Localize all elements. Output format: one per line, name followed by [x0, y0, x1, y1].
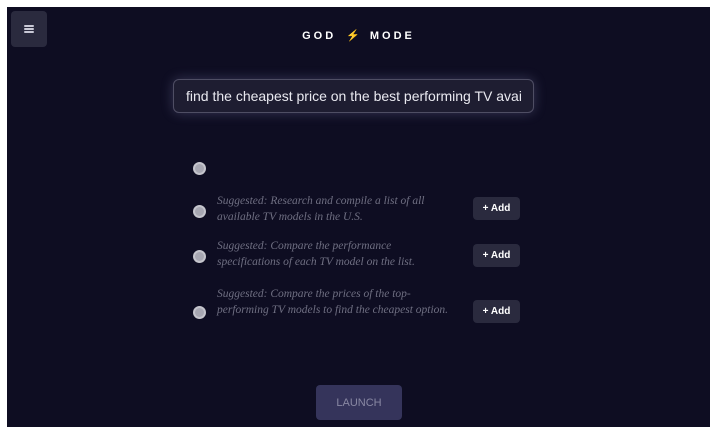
suggestion-1-text: Suggested: Research and compile a list o… [217, 195, 425, 223]
objective-input-container [173, 79, 534, 113]
suggestion-3-add-button[interactable]: + Add [473, 300, 520, 323]
empty-task-radio[interactable] [193, 162, 206, 175]
suggestion-1-radio[interactable] [193, 205, 206, 218]
objective-input[interactable] [186, 88, 521, 104]
suggestion-1-add-button[interactable]: + Add [473, 197, 520, 220]
lightning-bolt-icon: ⚡ [346, 30, 360, 42]
app-title: GOD ⚡ MODE [7, 29, 710, 42]
launch-button[interactable]: LAUNCH [316, 385, 402, 420]
app-window: GOD ⚡ MODE Suggested: Research and compile… [7, 7, 710, 427]
title-right: MODE [369, 30, 415, 42]
suggestion-2-text: Suggested: Compare the performance speci… [217, 240, 415, 268]
suggestion-2-radio[interactable] [193, 250, 206, 263]
suggestion-3-radio[interactable] [193, 306, 206, 319]
suggestion-2-add-button[interactable]: + Add [473, 244, 520, 267]
title-left: GOD [302, 30, 337, 42]
suggestion-3-text: Suggested: Compare the prices of the top… [217, 288, 449, 316]
